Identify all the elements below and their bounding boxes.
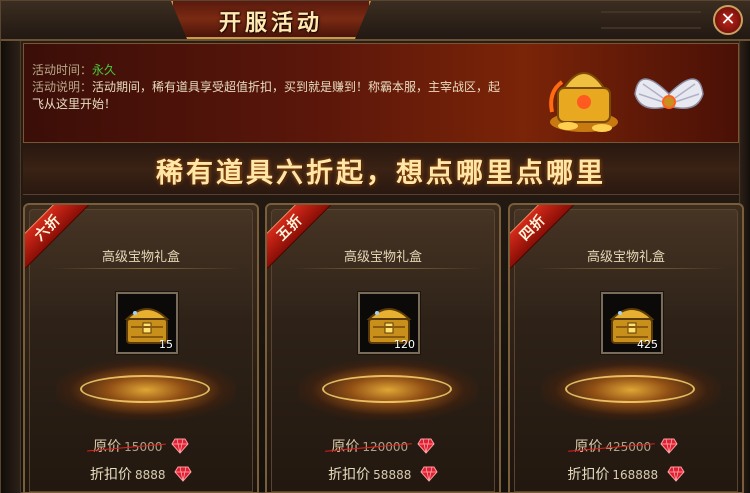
discount-price-label: 折扣价 [90, 467, 132, 483]
original-price: 原价 120000 [325, 439, 413, 455]
close-icon: ✕ [720, 9, 736, 30]
red-gem-icon [171, 438, 189, 454]
event-banner: 活动时间：永久 活动说明：活动期间，稀有道具享受超值折扣，买到就是赚到！称霸本服… [23, 43, 739, 143]
title-bar: 开服活动 ✕ [1, 1, 750, 41]
silver-wings-icon [634, 78, 704, 109]
red-gem-icon [417, 438, 435, 454]
red-gem-icon [420, 466, 438, 482]
left-frame [1, 41, 21, 493]
event-info: 活动时间：永久 活动说明：活动期间，稀有道具享受超值折扣，买到就是赚到！称霸本服… [32, 62, 512, 113]
event-time-row: 活动时间：永久 [32, 62, 512, 79]
card-title: 高级宝物礼盒 [343, 250, 422, 265]
red-gem-icon [174, 466, 192, 482]
red-gem-icon [660, 438, 678, 454]
item-count: 120 [394, 338, 415, 351]
event-time-label: 活动时间： [32, 63, 93, 77]
discount-price-row: 折扣价 58888 [272, 464, 494, 484]
item-slot[interactable]: 15 [116, 292, 178, 354]
original-price-label: 原价 [331, 439, 360, 455]
card-title: 高级宝物礼盒 [101, 250, 180, 265]
gold-treasure-icon [549, 72, 618, 132]
original-price-row: 原价 15000 [30, 436, 252, 456]
discount-price-value: 8888 [135, 468, 166, 482]
divider [292, 268, 482, 269]
title-ornament [601, 11, 701, 29]
discount-price-label: 折扣价 [567, 467, 610, 483]
divider [50, 268, 240, 269]
event-time-value: 永久 [92, 63, 117, 77]
item-count: 425 [637, 338, 658, 351]
event-desc-label: 活动说明： [32, 80, 93, 94]
red-gem-icon [667, 466, 685, 482]
offer-card[interactable]: 高级宝物礼盒 15 原价 15000 折扣价 8888 六折 [23, 203, 259, 493]
offer-card[interactable]: 高级宝物礼盒 425 原价 425000 折扣价 168888 四折 [508, 203, 744, 493]
discount-price-value: 168888 [612, 468, 659, 482]
event-desc-row: 活动说明：活动期间，稀有道具享受超值折扣，买到就是赚到！称霸本服，主宰战区，起飞… [32, 79, 512, 113]
item-slot[interactable]: 425 [601, 292, 663, 354]
divider [535, 268, 725, 269]
promo-headline: 稀有道具六折起，想点哪里点哪里 [156, 158, 606, 189]
item-slot[interactable]: 120 [358, 292, 420, 354]
discount-price-label: 折扣价 [328, 467, 371, 483]
discount-price-row: 折扣价 8888 [30, 464, 252, 484]
original-price-label: 原价 [574, 439, 603, 455]
item-count: 15 [159, 338, 173, 351]
original-price-row: 原价 120000 [272, 436, 494, 456]
offer-card[interactable]: 高级宝物礼盒 120 原价 120000 折扣价 58888 五折 [265, 203, 501, 493]
card-body: 高级宝物礼盒 15 原价 15000 折扣价 8888 [29, 209, 253, 492]
close-button[interactable]: ✕ [713, 5, 743, 35]
original-price: 原价 15000 [87, 439, 167, 455]
glow-ring [565, 375, 695, 403]
original-price-row: 原价 425000 [515, 436, 737, 456]
card-body: 高级宝物礼盒 425 原价 425000 折扣价 168888 [514, 209, 738, 492]
original-price: 原价 425000 [568, 439, 656, 455]
glow-ring [322, 375, 452, 403]
discount-price-row: 折扣价 168888 [515, 464, 737, 484]
card-title: 高级宝物礼盒 [586, 250, 665, 265]
event-desc-text: 活动期间，稀有道具享受超值折扣，买到就是赚到！称霸本服，主宰战区，起飞从这里开始… [32, 80, 501, 111]
glow-ring [80, 375, 210, 403]
activity-window: 开服活动 ✕ 活动时间：永久 活动说明：活动期间，稀有道具享受超值折扣，买到就是… [0, 0, 750, 493]
discount-price-value: 58888 [373, 468, 412, 482]
card-body: 高级宝物礼盒 120 原价 120000 折扣价 58888 [271, 209, 495, 492]
window-title: 开服活动 [218, 10, 323, 36]
